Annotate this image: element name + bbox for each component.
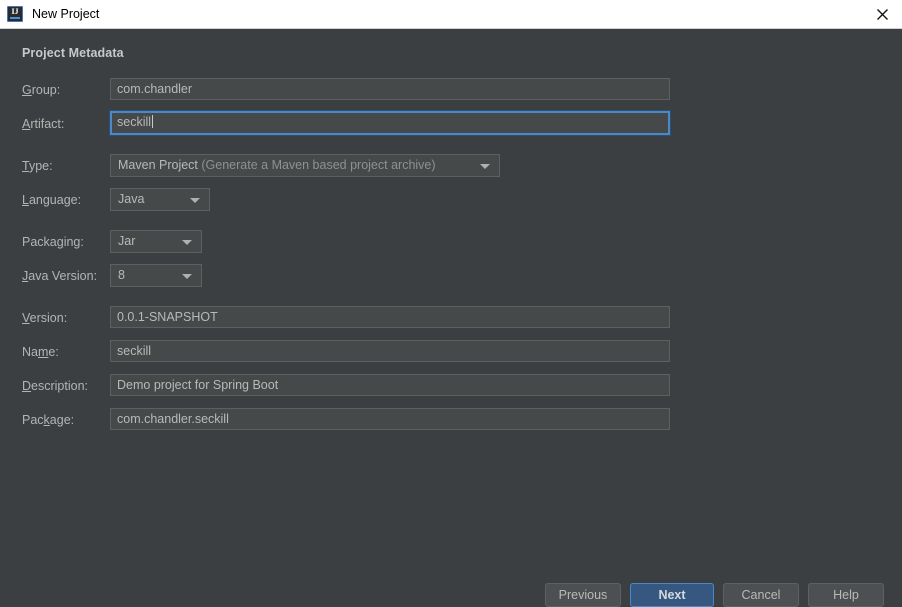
dialog-titlebar: IJ New Project [0, 0, 902, 29]
chevron-down-icon [190, 197, 200, 203]
logo-bar [10, 17, 20, 19]
label-packaging-mnemonic: g [56, 235, 64, 249]
group-input[interactable]: com.chandler [110, 78, 670, 100]
packaging-dropdown[interactable]: Jar [110, 230, 202, 253]
close-icon [876, 8, 888, 20]
java-version-dropdown-value: 8 [118, 268, 125, 282]
label-java-version: Java Version: [22, 268, 97, 284]
label-packaging: Packaging: [22, 234, 84, 250]
label-language-mnemonic: L [22, 193, 29, 207]
label-version-mnemonic: V [22, 311, 30, 325]
java-version-dropdown[interactable]: 8 [110, 264, 202, 287]
label-package-pre: Pac [22, 413, 44, 427]
package-input[interactable]: com.chandler.seckill [110, 408, 670, 430]
dialog-content: Project Metadata Group: com.chandler Art… [0, 29, 902, 607]
label-group: Group: [22, 82, 60, 98]
type-dropdown-value: Maven Project [118, 158, 198, 172]
next-button[interactable]: Next [630, 583, 714, 607]
help-button[interactable]: Help [808, 583, 884, 607]
label-artifact: Artifact: [22, 116, 64, 132]
chevron-down-icon [480, 163, 490, 169]
label-language-rest: anguage: [28, 193, 82, 207]
label-version-rest: ersion: [29, 311, 68, 325]
language-dropdown-value: Java [118, 192, 145, 206]
intellij-idea-logo-icon: IJ [7, 6, 23, 22]
description-input[interactable]: Demo project for Spring Boot [110, 374, 670, 396]
label-name-mnemonic: m [37, 345, 49, 359]
label-version: Version: [22, 310, 67, 326]
label-description-rest: escription: [31, 379, 89, 393]
window-title: New Project [32, 7, 100, 21]
label-type: Type: [22, 158, 53, 174]
chevron-down-icon [182, 273, 192, 279]
label-package: Package: [22, 412, 74, 428]
logo-text: IJ [11, 7, 19, 16]
type-dropdown-hint: (Generate a Maven based project archive) [201, 158, 436, 172]
previous-button[interactable]: Previous [545, 583, 621, 607]
text-caret [152, 115, 154, 128]
label-java-version-rest: ava Version: [28, 269, 98, 283]
label-name-pre: Na [22, 345, 38, 359]
artifact-input-value: seckill [117, 115, 152, 129]
label-package-rest: age: [49, 413, 75, 427]
label-type-mnemonic: T [22, 159, 29, 173]
label-group-rest: roup: [31, 83, 61, 97]
close-button[interactable] [862, 0, 902, 28]
chevron-down-icon [182, 239, 192, 245]
label-language: Language: [22, 192, 81, 208]
label-packaging-pre: Packa [22, 235, 57, 249]
artifact-input[interactable]: seckill [110, 111, 670, 135]
cancel-button[interactable]: Cancel [723, 583, 799, 607]
label-name-rest: e: [48, 345, 59, 359]
label-group-mnemonic: G [22, 83, 32, 97]
name-input[interactable]: seckill [110, 340, 670, 362]
language-dropdown[interactable]: Java [110, 188, 210, 211]
label-description: Description: [22, 378, 88, 394]
label-description-mnemonic: D [22, 379, 32, 393]
page-title: Project Metadata [22, 46, 124, 60]
type-dropdown[interactable]: Maven Project (Generate a Maven based pr… [110, 154, 500, 177]
version-input[interactable]: 0.0.1-SNAPSHOT [110, 306, 670, 328]
label-type-rest: ype: [28, 159, 53, 173]
packaging-dropdown-value: Jar [118, 234, 136, 248]
label-packaging-rest: ing: [63, 235, 84, 249]
label-artifact-rest: rtifact: [30, 117, 65, 131]
label-name: Name: [22, 344, 59, 360]
